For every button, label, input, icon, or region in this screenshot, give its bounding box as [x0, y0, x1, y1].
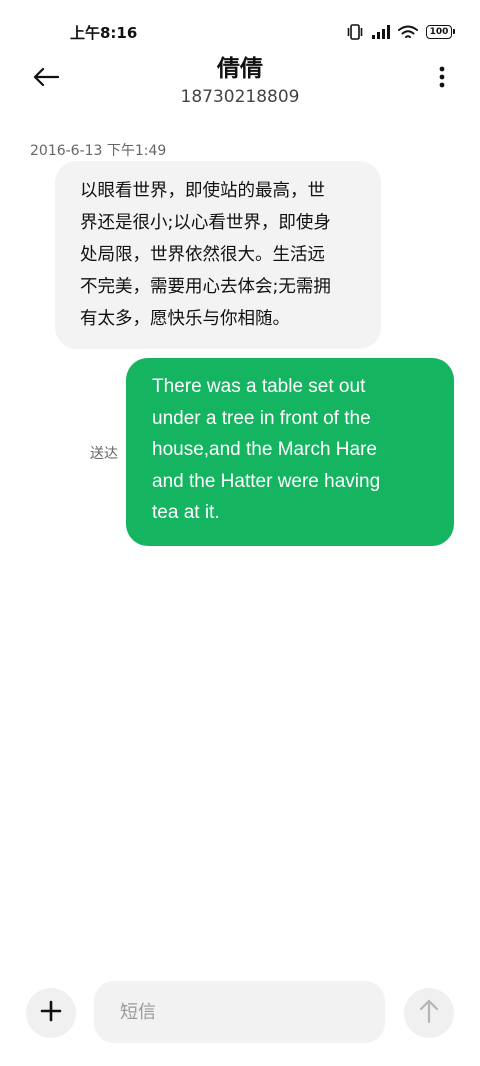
status-time: 上午8:16	[70, 24, 138, 42]
incoming-message-line: 界还是很小;以心看世界，即使身	[80, 213, 331, 233]
status-icons: 100	[346, 23, 455, 41]
incoming-message-line: 以眼看世界，即使站的最高，世	[80, 181, 325, 201]
back-button[interactable]	[26, 64, 66, 94]
message-composer	[0, 975, 480, 1055]
outgoing-message-line: There was a table set out	[152, 376, 366, 397]
battery-icon: 100	[426, 25, 455, 39]
more-options-button[interactable]	[430, 64, 454, 94]
wifi-icon	[398, 25, 418, 40]
message-timestamp: 2016-6-13 下午1:49	[30, 143, 167, 159]
more-vertical-icon	[439, 66, 445, 92]
add-attachment-button[interactable]	[26, 988, 76, 1038]
signal-icon	[372, 25, 390, 39]
incoming-message-line: 处局限，世界依然很大。生活远	[80, 245, 325, 265]
incoming-message-bubble[interactable]: 以眼看世界，即使站的最高，世 界还是很小;以心看世界，即使身 处局限，世界依然很…	[55, 161, 381, 349]
contact-title: 倩倩 18730218809	[90, 54, 390, 108]
contact-name: 倩倩	[217, 56, 263, 82]
back-arrow-icon	[33, 67, 60, 91]
message-input[interactable]	[94, 981, 385, 1043]
battery-level: 100	[429, 26, 449, 37]
outgoing-message-line: and the Hatter were having	[152, 470, 381, 492]
outgoing-message-line: tea at it.	[152, 502, 220, 523]
outgoing-message-bubble[interactable]: There was a table set out under a tree i…	[126, 358, 454, 546]
send-button[interactable]	[404, 988, 454, 1038]
arrow-up-icon	[419, 999, 439, 1027]
outgoing-message-line: house,and the March Hare	[152, 439, 377, 460]
plus-icon	[40, 1000, 62, 1026]
vibrate-icon	[346, 24, 364, 40]
incoming-message-line: 有太多，愿快乐与你相随。	[80, 309, 290, 329]
contact-number: 18730218809	[180, 87, 300, 107]
incoming-message-line: 不完美，需要用心去体会;无需拥	[80, 277, 331, 297]
outgoing-message-line: under a tree in front of the	[152, 407, 371, 429]
conversation-header: 倩倩 18730218809	[0, 52, 480, 112]
delivery-status: 送达	[90, 446, 118, 462]
